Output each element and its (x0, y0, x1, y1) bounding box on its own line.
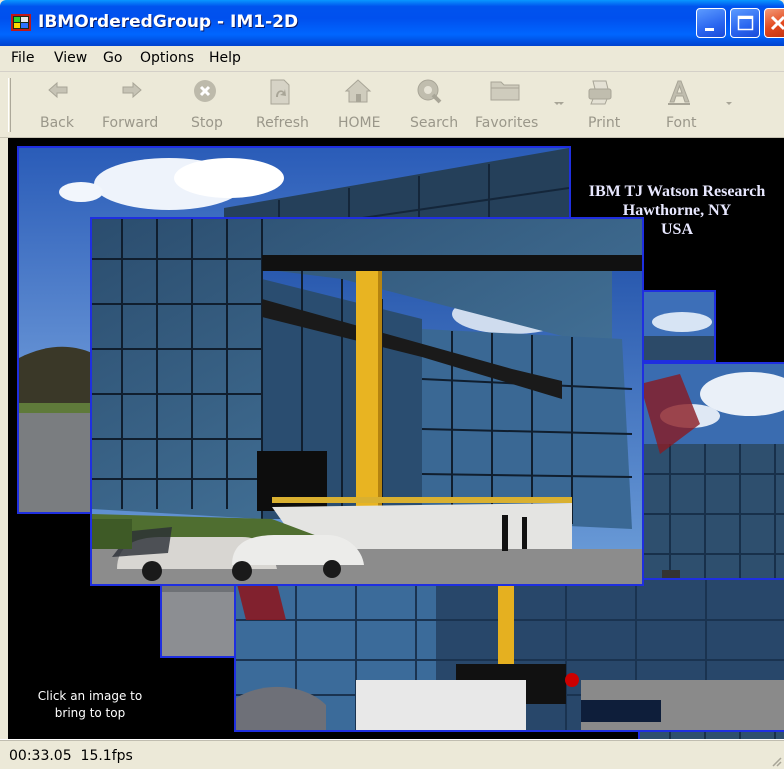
building-photo-front[interactable] (90, 217, 644, 586)
minimize-button[interactable] (696, 8, 726, 38)
print-button[interactable]: Print (582, 76, 642, 134)
location-line-3: USA (660, 221, 693, 238)
toolbar-grip[interactable] (8, 78, 11, 132)
font-icon (668, 80, 690, 105)
forward-arrow-icon (122, 81, 142, 99)
status-time: 00:33.05 (9, 748, 72, 764)
minimize-icon (705, 28, 714, 31)
hint-line-1: Click an image to (37, 689, 143, 703)
favorites-menu-arrow-icon[interactable] (558, 102, 564, 105)
building-photo-strip[interactable] (640, 290, 716, 362)
maximize-icon (737, 15, 754, 31)
status-bar: 00:33.05 15.1fps (0, 739, 784, 769)
status-text: 00:33.05 15.1fps (9, 748, 133, 764)
folder-icon (490, 81, 520, 101)
home-icon (344, 79, 372, 103)
menu-view[interactable]: View (54, 50, 87, 66)
location-caption: IBM TJ Watson Research Hawthorne, NY USA (570, 182, 784, 239)
printer-icon (588, 80, 612, 105)
building-photo-fragment[interactable] (160, 580, 236, 658)
menu-bar: File View Go Options Help (0, 46, 784, 72)
font-dropdown-icon[interactable] (726, 102, 732, 105)
location-line-1: IBM TJ Watson Research (588, 183, 766, 200)
window-title: IBMOrderedGroup - IM1-2D (38, 12, 299, 32)
stop-icon (194, 80, 216, 102)
back-label: Back (40, 115, 74, 131)
forward-button[interactable]: Forward (102, 76, 164, 134)
search-label: Search (410, 115, 459, 131)
menu-help[interactable]: Help (209, 50, 241, 66)
status-fps: 15.1fps (80, 748, 133, 764)
font-button[interactable]: Font (660, 76, 732, 134)
favorites-label: Favorites (475, 115, 539, 131)
menu-file[interactable]: File (11, 50, 34, 66)
favorites-button[interactable]: Favorites (475, 76, 560, 134)
forward-label: Forward (102, 115, 159, 131)
resize-grip-icon[interactable] (770, 755, 782, 767)
toolbar: Back Forward Stop Refresh HOME Search Fa… (0, 72, 784, 138)
refresh-icon (270, 79, 290, 105)
refresh-button[interactable]: Refresh (254, 76, 316, 134)
menu-options[interactable]: Options (140, 50, 194, 66)
menu-go[interactable]: Go (103, 50, 122, 66)
stop-label: Stop (191, 115, 223, 131)
print-label: Print (588, 115, 621, 131)
search-button[interactable]: Search (408, 76, 464, 134)
search-icon (417, 79, 442, 104)
refresh-label: Refresh (256, 115, 309, 131)
stop-button[interactable]: Stop (187, 76, 227, 134)
maximize-button[interactable] (730, 8, 760, 38)
back-arrow-icon (48, 81, 68, 99)
image-viewer-canvas[interactable]: IBM TJ Watson Research Hawthorne, NY USA… (8, 138, 784, 739)
title-bar[interactable]: IBMOrderedGroup - IM1-2D (0, 0, 784, 46)
hint-text: Click an image to bring to top (30, 688, 150, 722)
font-label: Font (666, 115, 697, 131)
location-line-2: Hawthorne, NY (622, 202, 732, 219)
home-button[interactable]: HOME (336, 76, 384, 134)
home-label: HOME (338, 115, 381, 131)
back-button[interactable]: Back (38, 76, 78, 134)
app-window-icon (11, 14, 31, 31)
hint-line-2: bring to top (54, 706, 126, 720)
building-photo-bottom[interactable] (234, 578, 784, 732)
close-button[interactable] (764, 8, 784, 38)
close-icon (770, 15, 784, 31)
